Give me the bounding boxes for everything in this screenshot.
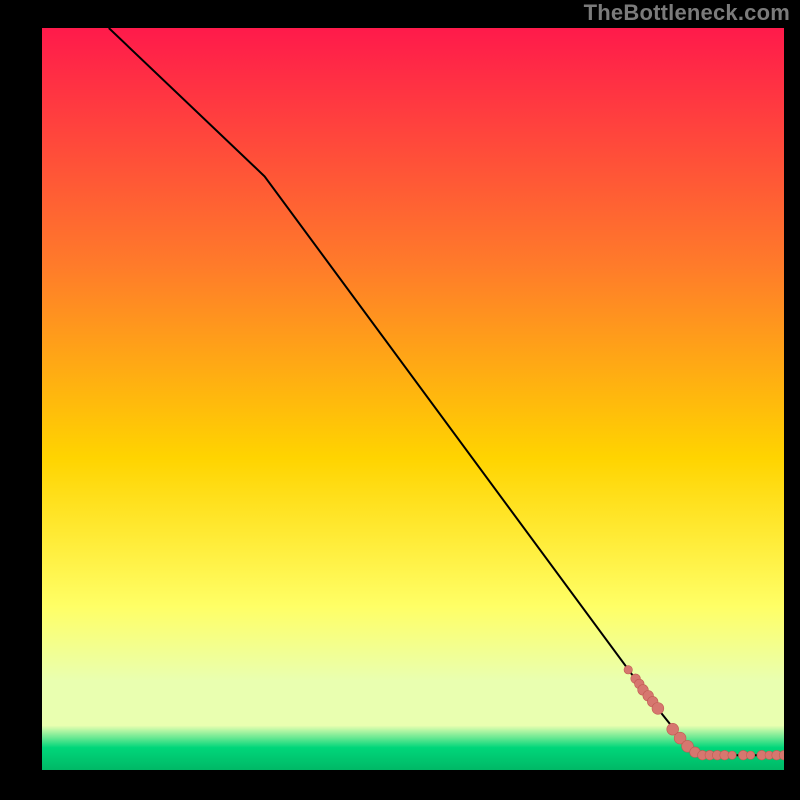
data-point <box>652 703 664 715</box>
plot-area <box>42 28 784 770</box>
watermark-text: TheBottleneck.com <box>584 0 790 26</box>
plot-svg <box>42 28 784 770</box>
chart-frame: TheBottleneck.com <box>0 0 800 800</box>
data-point <box>624 666 632 674</box>
gradient-background <box>42 28 784 770</box>
data-point <box>728 751 736 759</box>
data-point <box>746 751 754 759</box>
